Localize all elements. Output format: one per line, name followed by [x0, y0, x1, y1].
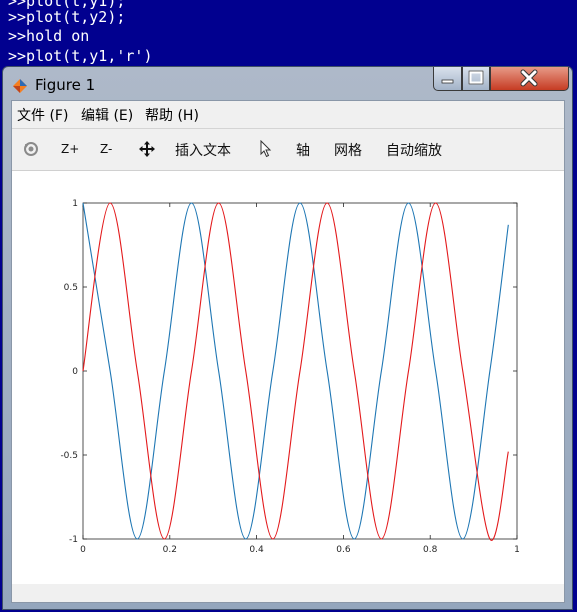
y-tick-label: -0.5: [60, 451, 78, 461]
title-bar[interactable]: Figure 1: [3, 67, 572, 101]
x-tick-label: 1: [514, 545, 520, 555]
plot-canvas[interactable]: 0 0.2 0.4 0.6 0.8 1 1 0.5 0 -0.5 -1: [12, 171, 564, 584]
reset-icon[interactable]: [22, 140, 40, 158]
maximize-button[interactable]: [462, 67, 490, 91]
matlab-logo-icon: [13, 79, 27, 93]
cursor-icon[interactable]: [259, 140, 273, 158]
command-console: >>plot(t,y1); >>plot(t,y2); >>hold on >>…: [0, 0, 577, 70]
x-tick-label: 0: [80, 545, 86, 555]
maximize-icon: [468, 70, 484, 85]
menu-bar: 文件 (F) 编辑 (E) 帮助 (H): [12, 101, 564, 127]
minimize-button[interactable]: [433, 67, 462, 91]
axes-button[interactable]: 轴: [296, 140, 310, 160]
minimize-icon: [441, 79, 454, 84]
figure-window: Figure 1 文件 (F) 编辑 (E) 帮助 (H) Z+ Z- 插入文本…: [2, 66, 573, 610]
console-line: >>hold on: [8, 27, 90, 45]
console-line: >>plot(t,y1,'r'): [8, 47, 153, 65]
y-tick-label: 0: [72, 367, 78, 377]
x-tick-label: 0.4: [249, 545, 264, 555]
y-tick-label: 1: [72, 199, 78, 209]
close-icon: [520, 69, 538, 87]
zoom-out-button[interactable]: Z-: [100, 142, 112, 156]
menu-file[interactable]: 文件 (F): [17, 105, 68, 125]
status-bar: [12, 584, 564, 602]
figure-client-area: 文件 (F) 编辑 (E) 帮助 (H) Z+ Z- 插入文本 轴 网格 自动缩…: [11, 100, 565, 603]
x-tick-label: 0.6: [336, 545, 351, 555]
insert-text-button[interactable]: 插入文本: [175, 140, 231, 160]
zoom-in-button[interactable]: Z+: [61, 142, 79, 156]
line-chart: 0 0.2 0.4 0.6 0.8 1 1 0.5 0 -0.5 -1: [60, 199, 520, 555]
grid-button[interactable]: 网格: [334, 140, 362, 160]
pan-icon[interactable]: [138, 140, 156, 158]
console-line: >>plot(t,y2);: [8, 8, 126, 26]
autoscale-button[interactable]: 自动缩放: [386, 140, 442, 160]
toolbar: Z+ Z- 插入文本 轴 网格 自动缩放: [12, 131, 564, 169]
window-title: Figure 1: [35, 76, 96, 94]
x-tick-label: 0.8: [423, 545, 438, 555]
close-button[interactable]: [490, 67, 569, 91]
menu-divider: [12, 128, 564, 129]
x-tick-label: 0.2: [163, 545, 177, 555]
y-tick-label: 0.5: [64, 283, 78, 293]
y-tick-label: -1: [69, 535, 78, 545]
menu-help[interactable]: 帮助 (H): [145, 105, 199, 125]
menu-edit[interactable]: 编辑 (E): [81, 105, 133, 125]
